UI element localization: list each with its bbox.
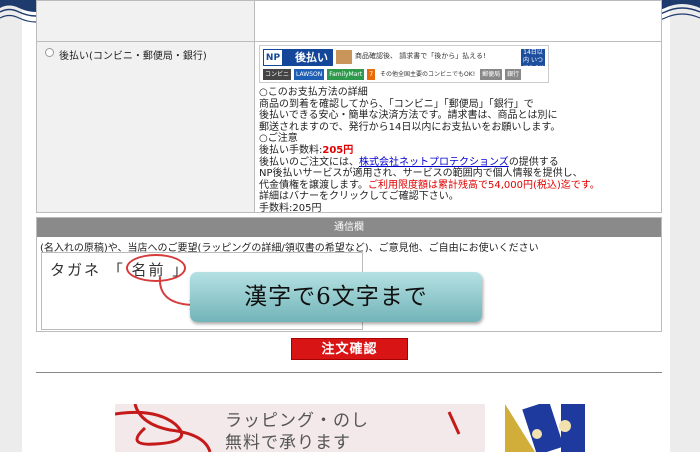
postpay-details-cell: NP 後払い 商品確認後、 請求書で「後から」払える! 14日以内 いつでもOK… — [259, 45, 657, 215]
store-logos: コンビニ LAWSON FamilyMart 7 その他全国主要のコンビニでもO… — [263, 69, 522, 80]
fee-line: 後払い手数料:205円 — [259, 144, 354, 156]
store-logo: LAWSON — [294, 69, 325, 80]
np-mark: NP — [263, 49, 283, 66]
limit-line: 代金債権を譲渡します。ご利用限度額は累計残高で54,000円(税込)迄です。 — [259, 179, 600, 191]
mizuhiki-cord-icon — [115, 404, 212, 452]
notice-line: NP後払いサービスが適用され、サービスの範囲内で個人情報を提供し、 — [259, 168, 583, 180]
notice-heading: ○ご注意 — [259, 133, 298, 145]
store-logo: その他全国主要のコンビニでもOK! — [378, 69, 478, 80]
postpay-option-label[interactable]: 後払い(コンビニ・郵便局・銀行) — [59, 47, 207, 62]
details-heading: ○このお支払方法の詳細 — [259, 87, 368, 98]
partner-line: 後払いのご注文には、株式会社ネットプロテクションズの提供する — [259, 156, 559, 168]
np-logo: NP 後払い — [263, 49, 333, 66]
np-title: 後払い — [295, 51, 328, 64]
message-header: 通信欄 — [37, 218, 661, 237]
gift-decoration-icon — [447, 404, 585, 452]
payment-option-label-cell — [37, 1, 255, 212]
np-postpay-banner[interactable]: NP 後払い 商品確認後、 請求書で「後から」払える! 14日以内 いつでもOK… — [259, 45, 549, 83]
payment-options-table: 後払い(コンビニ・郵便局・銀行) NP 後払い 商品確認後、 請求書で「後から」… — [36, 0, 662, 215]
store-logo: コンビニ — [263, 69, 292, 80]
section-divider — [36, 372, 662, 373]
limit-warning: ご利用限度額は累計残高で54,000円(税込)迄です。 — [368, 179, 600, 191]
banner-tagline: 商品確認後、 請求書で「後から」払える! — [355, 52, 486, 60]
postpay-radio[interactable] — [45, 48, 54, 57]
wrapping-text: ラッピング・のし 無料で承ります — [225, 411, 369, 452]
store-logo: 銀行 — [505, 69, 522, 80]
order-confirm-button[interactable]: 注文確認 — [291, 338, 408, 360]
fee-value: 205円 — [322, 144, 354, 156]
store-logo: 郵便局 — [480, 69, 503, 80]
store-logo: 7 — [367, 69, 376, 80]
postpay-details-text: ○このお支払方法の詳細 商品の到着を確認してから、「コンビニ」「郵便局」「銀行」… — [259, 87, 657, 215]
banner-note: 詳細はバナーをクリックしてご確認下さい。 — [259, 191, 459, 203]
fee-footer: 手数料:205円 — [259, 202, 322, 214]
net-protections-link[interactable]: 株式会社ネットプロテクションズ — [359, 157, 509, 168]
wrapping-banner[interactable]: ラッピング・のし 無料で承ります — [115, 404, 585, 452]
details-line: 郵送されますので、発行から14日以内にお支払いをお願いします。 — [259, 121, 561, 133]
details-line: 後払いできる安心・簡単な決済方法です。請求書は、商品とは別に — [259, 110, 558, 122]
row-divider — [37, 41, 661, 42]
store-logo: FamilyMart — [327, 69, 365, 80]
details-line: 商品の到着を確認してから、「コンビニ」「郵便局」「銀行」で — [259, 98, 534, 110]
package-icon — [336, 50, 352, 64]
kanji-limit-notice: 漢字で6文字まで — [190, 272, 482, 322]
banner-badge: 14日以内 いつでもOK — [521, 49, 545, 72]
